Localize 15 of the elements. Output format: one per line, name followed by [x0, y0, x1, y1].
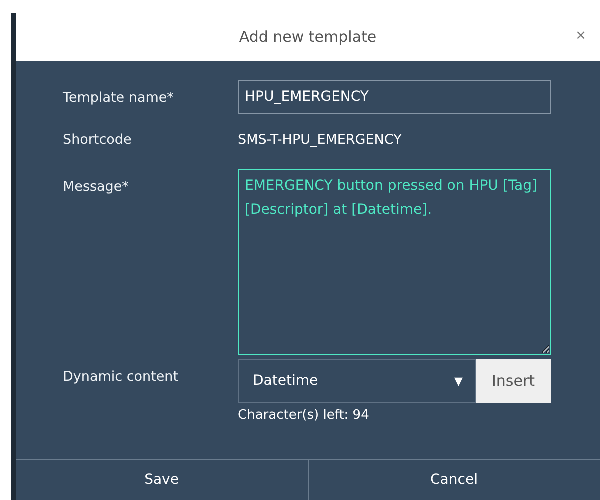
message-field[interactable]: EMERGENCY button pressed on HPU [Tag] [Descriptor] at [Datetime]. [238, 169, 551, 355]
field-label: Dynamic content [63, 368, 180, 387]
cancel-button[interactable]: Cancel [308, 460, 600, 500]
field-label: Template name* [63, 89, 175, 108]
character-count: Character(s) left: 94 [238, 408, 370, 423]
insert-button[interactable]: Insert [476, 359, 551, 403]
shortcode-value: SMS-T-HPU_EMERGENCY [238, 132, 403, 148]
close-button[interactable]: × [576, 26, 586, 46]
dropdown-arrow-icon: ▼ [454, 374, 463, 388]
save-button[interactable]: Save [16, 460, 308, 500]
dialog-title: Add new template [239, 28, 377, 46]
dropdown[interactable]: Datetime ▼ [238, 359, 476, 403]
input-field[interactable]: HPU_EMERGENCY [238, 80, 551, 114]
field-label: Shortcode [63, 132, 133, 148]
field-label: Message* [63, 178, 130, 197]
